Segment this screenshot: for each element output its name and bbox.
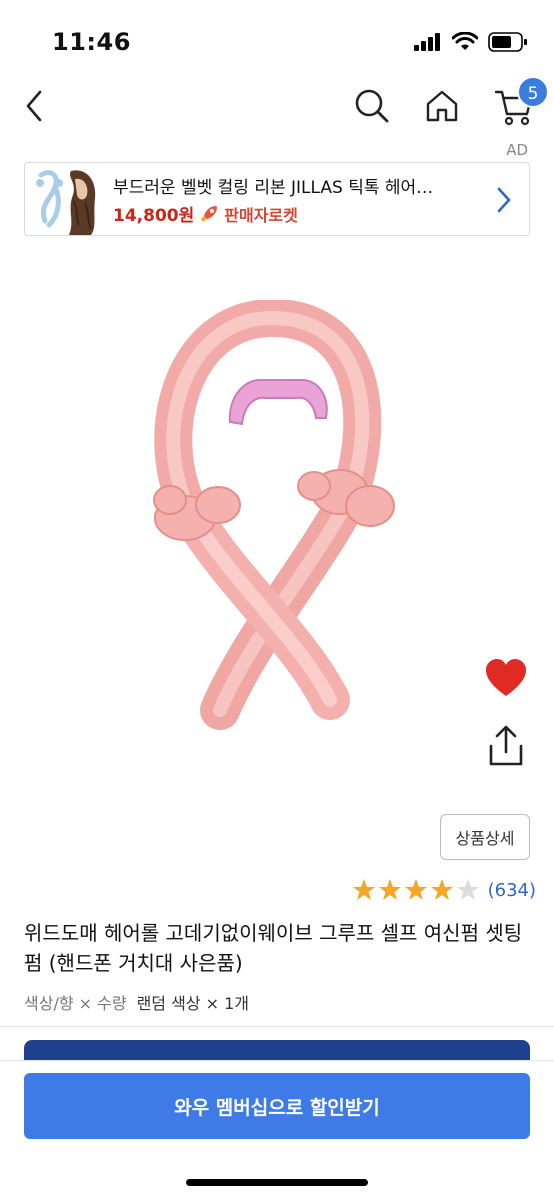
cart-count-badge: 5 — [517, 76, 549, 108]
home-indicator — [186, 1179, 368, 1186]
heart-icon[interactable] — [484, 658, 528, 700]
ad-thumbnail-image — [31, 165, 101, 235]
cellular-signal-icon — [414, 33, 440, 51]
star-icon — [352, 879, 375, 900]
option-row: 색상/향 × 수량 랜덤 색상 × 1개 — [24, 990, 249, 1014]
status-icons — [414, 32, 528, 52]
back-icon[interactable] — [20, 86, 50, 126]
product-title: 위드도매 헤어롤 고데기없이웨이브 그루프 셀프 여신펌 셋팅펌 (핸드폰 거치… — [24, 921, 523, 975]
option-value: 랜덤 색상 × 1개 — [136, 994, 250, 1013]
ad-title: 부드러운 벨벳 컬링 리본 JILLAS 틱톡 헤어… — [113, 178, 434, 198]
option-label: 색상/향 × 수량 — [24, 994, 127, 1013]
chevron-right-icon[interactable] — [495, 185, 513, 215]
divider — [0, 1026, 554, 1027]
search-icon[interactable] — [352, 86, 392, 126]
ad-label: AD — [506, 141, 528, 159]
star-icon — [404, 879, 427, 900]
review-count-link[interactable]: (634) — [488, 880, 536, 901]
home-icon[interactable] — [424, 86, 460, 126]
wifi-icon — [452, 32, 478, 50]
product-image[interactable] — [130, 300, 430, 740]
ad-price-row: 14,800원 판매자로켓 — [113, 201, 298, 226]
status-bar: 11:46 — [0, 0, 554, 80]
rating-row[interactable]: (634) — [352, 878, 536, 902]
membership-discount-button[interactable]: 와우 멤버십으로 할인받기 — [24, 1073, 530, 1139]
rocket-icon — [201, 205, 218, 222]
status-time: 11:46 — [52, 28, 131, 56]
star-icon — [430, 879, 453, 900]
ad-price: 14,800원 — [113, 206, 195, 226]
top-nav-bar — [0, 80, 554, 136]
star-icon — [378, 879, 401, 900]
bottom-action-bar: 와우 멤버십으로 할인받기 — [0, 1060, 554, 1200]
product-detail-button[interactable]: 상품상세 — [440, 814, 530, 860]
ad-seller-rocket-badge: 판매자로켓 — [224, 205, 298, 225]
share-icon[interactable] — [486, 724, 526, 768]
star-empty-icon — [456, 879, 479, 900]
ad-banner[interactable]: 부드러운 벨벳 컬링 리본 JILLAS 틱톡 헤어… 14,800원 판매자로… — [24, 162, 530, 236]
battery-icon — [488, 32, 527, 52]
